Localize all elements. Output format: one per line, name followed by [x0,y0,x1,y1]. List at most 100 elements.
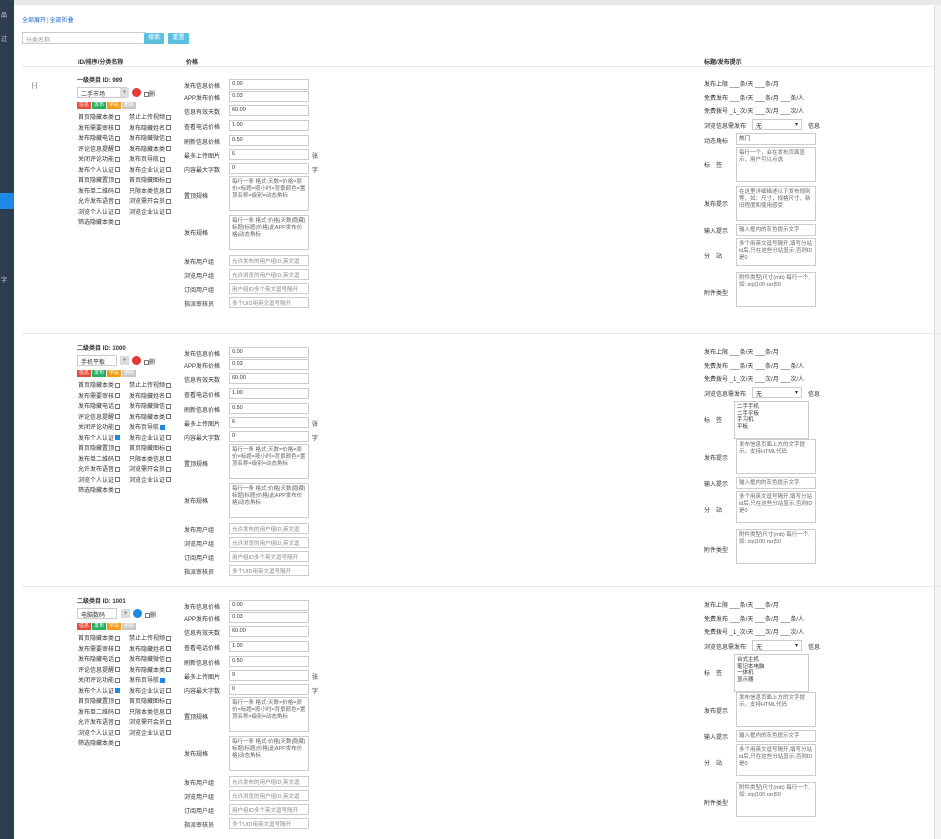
option-checkbox[interactable]: 浏览需开会员 [129,717,172,726]
group-input[interactable]: 允许发布的用户组ID,英文逗 [229,523,309,534]
delete-tag[interactable]: 删除 [122,370,137,377]
option-checkbox[interactable]: 发布隐藏本类 [129,665,172,674]
checkbox[interactable] [115,656,121,662]
info-tag[interactable]: 信息 [77,102,92,109]
option-checkbox[interactable]: 首页隐藏本类 [78,380,121,389]
option-checkbox[interactable]: 浏览个人认证 [78,728,121,737]
checkbox[interactable] [115,487,121,493]
checkbox[interactable] [166,466,172,472]
checkbox[interactable] [166,719,172,725]
option-checkbox[interactable]: 发布隐藏姓名 [129,644,172,653]
option-checkbox[interactable]: 首页隐藏置顶 [78,443,121,452]
price-input[interactable]: 0.00 [229,347,309,358]
field-tag[interactable]: 字段 [107,623,122,630]
input-tip-field[interactable]: 输入框内的灰色提示文字 [736,730,816,742]
option-checkbox[interactable]: 首页隐藏图标 [129,443,172,452]
option-checkbox[interactable]: 允许发布语音 [78,464,121,473]
checkbox[interactable] [115,688,121,694]
checkbox[interactable] [166,209,172,215]
info-icon[interactable] [133,609,142,618]
info-tag[interactable]: 信息 [77,623,92,630]
price-input[interactable]: 0 [229,684,309,695]
checkbox[interactable] [115,730,121,736]
option-checkbox[interactable]: 允许发布语音 [78,196,121,205]
price-input[interactable]: 0.50 [229,403,309,414]
checkbox[interactable] [115,635,121,641]
option-checkbox[interactable]: 浏览企业认证 [129,728,172,737]
category-name-input[interactable]: 电脑数码 [77,608,117,619]
pinned-spec-textarea[interactable]: 每行一条 格式:天数=价格=原价=标题=按小时=背景颜色=置顶名称=级别=动态角… [229,176,309,211]
group-input[interactable]: 允许浏览的用户组ID,英文逗 [229,790,309,801]
badge-input[interactable]: 热门 [736,133,816,145]
checkbox[interactable] [115,466,121,472]
checkbox[interactable] [115,146,121,152]
option-checkbox[interactable]: 首页隐藏置顶 [78,175,121,184]
checkbox[interactable] [166,198,172,204]
tip-textarea[interactable]: 发布信息页面上方的文字提示。支持HTML代码 [736,439,816,474]
checkbox[interactable] [115,677,121,683]
checkbox[interactable] [115,740,121,746]
option-checkbox[interactable]: 筛选隐藏本类 [78,485,121,494]
scrollbar[interactable] [934,5,941,839]
field-tag[interactable]: 字段 [107,370,122,377]
price-input[interactable]: 60.00 [229,373,309,384]
group-input[interactable]: 允许浏览的用户组ID,英文逗 [229,269,309,280]
price-input[interactable]: 0.00 [229,79,309,90]
checkbox[interactable] [166,730,172,736]
checkbox[interactable] [115,698,121,704]
price-input[interactable]: 0.50 [229,656,309,667]
delete-checkbox[interactable]: 删 [143,89,155,98]
price-input[interactable]: 6 [229,149,309,160]
checkbox[interactable] [115,477,121,483]
price-input[interactable]: 1.00 [229,641,309,652]
checkbox[interactable] [115,114,121,120]
input-tip-field[interactable]: 输入框内的灰色提示文字 [736,224,816,236]
sidebar-glyph-1[interactable]: 品 [1,10,7,19]
collapse-all-link[interactable]: 全部折叠 [50,18,74,24]
option-checkbox[interactable]: 发布页导航 [129,154,166,163]
checkbox[interactable] [115,646,121,652]
tag-listbox[interactable]: 二手手机 二手平板 手习机 平板 [734,401,809,439]
option-checkbox[interactable]: 浏览需开会员 [129,196,172,205]
price-input[interactable]: 1.00 [229,388,309,399]
option-checkbox[interactable]: 发布需要审核 [78,644,121,653]
category-search-input[interactable]: 分类名称 [22,32,146,44]
option-checkbox[interactable]: 发布个人认证 [78,165,121,174]
view-req-select[interactable]: 无 ▾ [752,119,802,130]
checkbox[interactable] [166,656,172,662]
price-input[interactable]: 0.00 [229,600,309,611]
option-checkbox[interactable]: 评论信息提醒 [78,665,121,674]
publish-spec-textarea[interactable]: 每行一条 格式:价格|天数|隐藏|标题|标题|价格|此APP发布价格|动态角标 [229,215,309,250]
option-checkbox[interactable]: 首页隐藏本类 [78,633,121,642]
option-checkbox[interactable]: 允许发布语音 [78,717,121,726]
group-input[interactable]: 多个UID用英文逗号隔开 [229,565,309,576]
group-input[interactable]: 多个UID用英文逗号隔开 [229,297,309,308]
option-checkbox[interactable]: 发布单二维码 [78,186,121,195]
checkbox[interactable] [115,156,121,162]
option-checkbox[interactable]: 发布隐藏姓名 [129,123,172,132]
option-checkbox[interactable]: 发布隐藏电话 [78,133,121,142]
delete-tag[interactable]: 删除 [122,623,137,630]
tag-textarea[interactable]: 每行一个，会在发布页面显示，用户可以点选 [736,147,816,182]
option-checkbox[interactable]: 发布隐藏电话 [78,401,121,410]
checkbox[interactable] [115,456,121,462]
add-subcategory-button[interactable]: + [121,609,130,618]
publish-spec-textarea[interactable]: 每行一条 格式:价格|天数|隐藏|标题|标题|价格|此APP发布价格|动态角标 [229,736,309,771]
expand-all-link[interactable]: 全部展开 [22,18,46,24]
option-checkbox[interactable]: 发布需要审核 [78,391,121,400]
price-input[interactable]: 0.03 [229,359,309,370]
checkbox[interactable] [160,424,166,430]
site-textarea[interactable]: 多个用英文逗号隔开,填写分站id后,只在这些分站显示,否则ID是0 [736,744,816,776]
attach-textarea[interactable]: 附件类型|尺寸(mb) 每行一个,如: zip|100 rar|50 [736,782,816,817]
option-checkbox[interactable]: 首页隐藏本类 [78,112,121,121]
group-input[interactable]: 允许发布的用户组ID,英文逗 [229,776,309,787]
add-subcategory-button[interactable]: + [120,88,129,97]
option-checkbox[interactable]: 筛选隐藏本类 [78,738,121,747]
option-checkbox[interactable]: 发布企业认证 [129,165,172,174]
checkbox[interactable] [166,698,172,704]
option-checkbox[interactable]: 发布企业认证 [129,433,172,442]
list-item[interactable]: 显示器 [737,677,806,684]
price-input[interactable]: 1.00 [229,120,309,131]
option-checkbox[interactable]: 发布隐藏本类 [129,412,172,421]
checkbox[interactable] [115,219,121,225]
